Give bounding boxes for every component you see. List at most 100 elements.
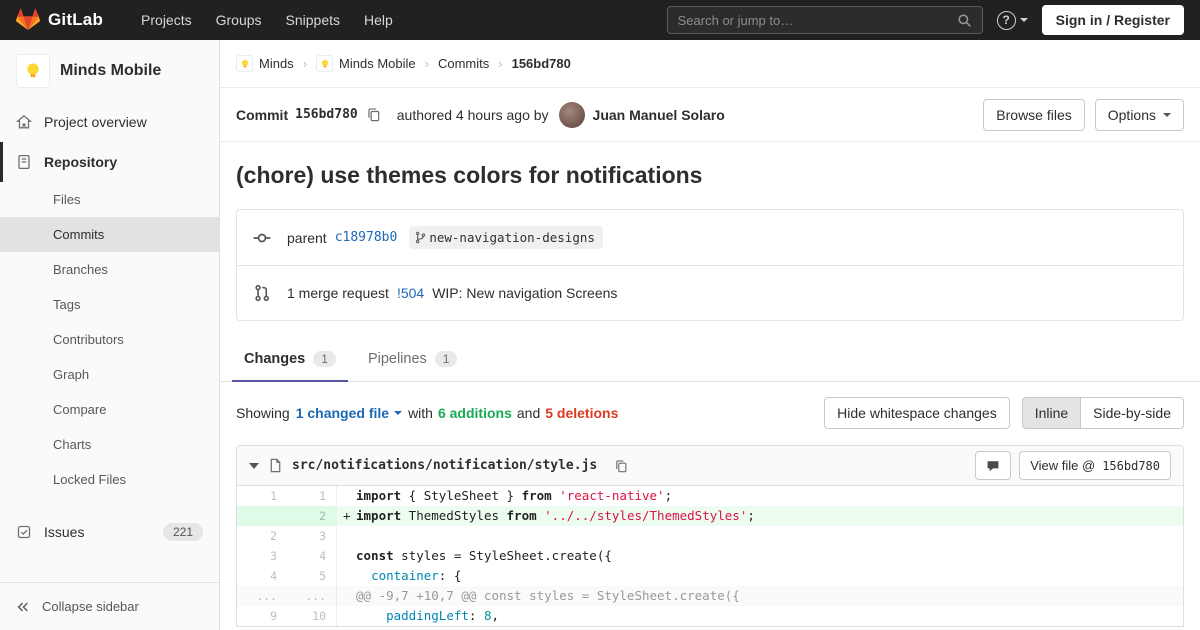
diff-line-list: 11 import { StyleSheet } from 'react-nat…: [237, 486, 1183, 626]
inline-view-button[interactable]: Inline: [1021, 397, 1082, 429]
diff-file-header: src/notifications/notification/style.js …: [237, 446, 1183, 486]
and-label: and: [516, 405, 541, 421]
options-dropdown-button[interactable]: Options: [1094, 98, 1184, 131]
breadcrumb-label: Minds Mobile: [339, 56, 416, 71]
search-input[interactable]: [677, 12, 949, 28]
old-line-number[interactable]: 2: [237, 526, 287, 546]
breadcrumb-item-minds[interactable]: Minds: [236, 55, 294, 72]
author-avatar[interactable]: [558, 101, 585, 128]
diff-line: 11 import { StyleSheet } from 'react-nat…: [237, 486, 1183, 506]
sidebar-subitem-files[interactable]: Files: [0, 182, 219, 217]
changed-files-dropdown[interactable]: 1 changed file: [296, 405, 403, 421]
sidebar-item-issues[interactable]: Issues 221: [0, 511, 219, 553]
diff-line: 23: [237, 526, 1183, 546]
tab-label: Pipelines: [367, 351, 427, 367]
copy-file-path-button[interactable]: [612, 457, 630, 475]
merge-request-row: 1 merge request !504 WIP: New navigation…: [237, 265, 1183, 320]
diff-code: import { StyleSheet } from 'react-native…: [337, 486, 1183, 506]
side-by-side-view-button[interactable]: Side-by-side: [1080, 397, 1184, 429]
sidebar-subitem-locked-files[interactable]: Locked Files: [0, 462, 219, 497]
chevron-down-icon: [1019, 18, 1028, 22]
issues-icon: [16, 524, 32, 540]
sidebar-subitem-compare[interactable]: Compare: [0, 392, 219, 427]
tab-pipelines[interactable]: Pipelines 1: [352, 337, 474, 381]
diff-code: [337, 526, 1183, 546]
search-icon[interactable]: [957, 13, 972, 28]
view-file-button[interactable]: View file @ 156bd780: [1019, 451, 1171, 480]
new-line-number[interactable]: 10: [287, 606, 337, 626]
sidebar-item-label: Project overview: [44, 114, 147, 130]
file-path[interactable]: src/notifications/notification/style.js: [292, 458, 597, 473]
sidebar-subitem-contributors[interactable]: Contributors: [0, 322, 219, 357]
top-navbar: GitLab ProjectsGroupsSnippetsHelp ? Sign…: [0, 0, 1200, 40]
diff-code: + import ThemedStyles from '../../styles/…: [337, 506, 1183, 526]
new-line-number[interactable]: 4: [287, 546, 337, 566]
parent-commit-row: parent c18978b0 new-navigation-designs: [237, 210, 1183, 265]
gitlab-home-link[interactable]: GitLab: [16, 8, 103, 32]
old-line-number[interactable]: 3: [237, 546, 287, 566]
deletions-count: 5 deletions: [545, 405, 619, 421]
diff-code: @@ -9,7 +10,7 @@ const styles = StyleShe…: [337, 586, 1183, 606]
tab-count-badge: 1: [313, 351, 336, 367]
tab-changes[interactable]: Changes 1: [228, 337, 352, 382]
old-line-number[interactable]: [237, 506, 287, 526]
project-sidebar: Minds Mobile Project overview Repository…: [0, 40, 220, 630]
diff-marker: [343, 486, 356, 506]
project-header[interactable]: Minds Mobile: [0, 40, 219, 102]
browse-files-button[interactable]: Browse files: [983, 98, 1085, 131]
nav-menu-groups[interactable]: Groups: [204, 2, 274, 38]
copy-sha-button[interactable]: [364, 105, 383, 124]
nav-menu-snippets[interactable]: Snippets: [274, 2, 352, 38]
sidebar-subitem-commits[interactable]: Commits: [0, 217, 219, 252]
sidebar-subitem-charts[interactable]: Charts: [0, 427, 219, 462]
comment-button[interactable]: [975, 451, 1012, 480]
commit-header: Commit 156bd780 authored 4 hours ago by …: [220, 88, 1200, 142]
gitlab-tanuki-icon: [16, 8, 40, 32]
global-search[interactable]: [666, 6, 983, 34]
breadcrumb-separator: ›: [424, 56, 429, 71]
mr-id-link[interactable]: !504: [397, 285, 424, 301]
new-line-number[interactable]: 2: [287, 506, 337, 526]
hide-whitespace-button[interactable]: Hide whitespace changes: [824, 397, 1010, 429]
diff-marker: [343, 586, 356, 606]
new-line-number[interactable]: 1: [287, 486, 337, 506]
diff-summary: Showing 1 changed file with 6 additions …: [220, 382, 1200, 443]
breadcrumb-item-minds-mobile[interactable]: Minds Mobile: [316, 55, 416, 72]
sidebar-item-project-overview[interactable]: Project overview: [0, 102, 219, 142]
breadcrumb-separator: ›: [498, 56, 503, 71]
nav-menu-help[interactable]: Help: [352, 2, 405, 38]
repository-submenu: Files Commits Branches Tags Contributors Grap…: [0, 182, 219, 497]
collapse-diff-icon[interactable]: [249, 462, 259, 469]
old-line-number[interactable]: 4: [237, 566, 287, 586]
sign-in-button[interactable]: Sign in / Register: [1041, 5, 1184, 35]
parent-sha-link[interactable]: c18978b0: [335, 230, 398, 245]
breadcrumb-item-commits[interactable]: Commits: [438, 56, 489, 71]
sidebar-subitem-tags[interactable]: Tags: [0, 287, 219, 322]
old-line-number: ...: [256, 589, 277, 603]
nav-menu-projects[interactable]: Projects: [129, 2, 204, 38]
branch-ref-chip[interactable]: new-navigation-designs: [409, 226, 603, 249]
diff-view-controls: Hide whitespace changes Inline Side-by-s…: [824, 397, 1184, 429]
new-line-number[interactable]: 3: [287, 526, 337, 546]
navbar-menu: Projects Groups Snippets Help: [129, 2, 405, 38]
author-name[interactable]: Juan Manuel Solaro: [593, 107, 725, 123]
main-content: Minds › Minds Mobile › Commits › 156bd780 Comm…: [220, 40, 1200, 630]
diff-line: 9 10 paddingLeft: 8,: [237, 606, 1183, 626]
help-dropdown[interactable]: ?: [996, 10, 1028, 30]
old-line-number[interactable]: 9: [237, 606, 287, 626]
chevron-down-icon: [394, 411, 403, 415]
brand-name: GitLab: [48, 10, 104, 29]
diff-code: paddingLeft: 8,: [337, 606, 1183, 626]
showing-label: Showing: [236, 405, 290, 421]
commit-icon: [253, 229, 271, 247]
old-line-number[interactable]: 1: [237, 486, 287, 506]
sidebar-subitem-graph[interactable]: Graph: [0, 357, 219, 392]
project-avatar: [16, 54, 50, 88]
sidebar-item-repository[interactable]: Repository: [0, 142, 219, 182]
project-avatar: [236, 55, 253, 72]
sidebar-subitem-branches[interactable]: Branches: [0, 252, 219, 287]
new-line-number[interactable]: 5: [287, 566, 337, 586]
collapse-sidebar-button[interactable]: Collapse sidebar: [0, 582, 219, 630]
breadcrumb-separator: ›: [302, 56, 308, 71]
project-name: Minds Mobile: [60, 62, 162, 79]
